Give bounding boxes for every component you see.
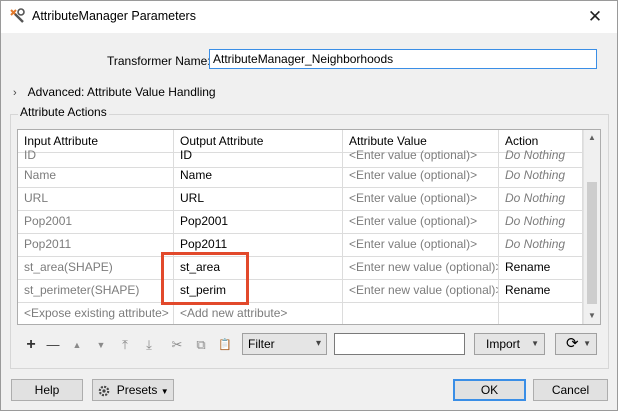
advanced-section-toggle[interactable]: › Advanced: Attribute Value Handling	[13, 85, 216, 99]
app-icon	[10, 8, 25, 23]
import-button[interactable]: Import ▼	[474, 333, 545, 355]
move-down-icon[interactable]: ▼	[91, 334, 111, 356]
attribute-actions-label: Attribute Actions	[18, 105, 109, 119]
scroll-up-icon[interactable]: ▲	[584, 130, 600, 146]
filter-mode-value: Filter	[248, 337, 275, 351]
cut-icon[interactable]: ✂	[167, 334, 187, 356]
attribute-value-cell[interactable]: <Enter value (optional)>	[343, 233, 499, 256]
output-attribute-cell[interactable]: Pop2001	[174, 210, 343, 233]
refresh-icon: ⟳	[566, 335, 579, 352]
table-row[interactable]: st_perimeter(SHAPE) st_perim <Enter new …	[18, 279, 583, 303]
expose-attribute-cell[interactable]: <Expose existing attribute>	[18, 302, 174, 324]
move-bottom-icon[interactable]: ⤓	[139, 334, 159, 356]
import-label: Import	[486, 337, 521, 351]
output-attribute-cell[interactable]: Name	[174, 164, 343, 187]
table-scrollbar[interactable]: ▲ ▼	[583, 130, 600, 324]
filter-input[interactable]	[334, 333, 465, 355]
attribute-value-cell[interactable]: <Enter value (optional)>	[343, 210, 499, 233]
action-cell[interactable]: Do Nothing	[499, 210, 583, 233]
attribute-value-cell[interactable]: <Enter new value (optional)>	[343, 256, 499, 279]
table-row[interactable]: <Expose existing attribute> <Add new att…	[18, 302, 583, 324]
move-top-icon[interactable]: ⤒	[115, 334, 135, 356]
table-row[interactable]: URL URL <Enter value (optional)> Do Noth…	[18, 187, 583, 211]
move-up-icon[interactable]: ▲	[67, 334, 87, 356]
transformer-name-label: Transformer Name:	[107, 54, 211, 68]
filter-mode-select[interactable]: Filter ▾	[242, 333, 327, 355]
dialog-window: AttributeManager Parameters ✕ Transforme…	[0, 0, 618, 411]
advanced-section-label: Advanced: Attribute Value Handling	[27, 85, 216, 99]
table-row[interactable]: Pop2011 Pop2011 <Enter value (optional)>…	[18, 233, 583, 257]
dropdown-arrow-icon: ▼	[583, 339, 591, 348]
table-row[interactable]: st_area(SHAPE) st_area <Enter new value …	[18, 256, 583, 280]
attribute-value-cell[interactable]: <Enter new value (optional)>	[343, 279, 499, 302]
add-icon[interactable]: +	[21, 334, 41, 356]
ok-button[interactable]: OK	[453, 379, 526, 401]
input-attribute-cell[interactable]: Pop2001	[18, 210, 174, 233]
presets-label: Presets	[116, 383, 158, 397]
help-button[interactable]: Help	[11, 379, 83, 401]
action-cell[interactable]	[499, 302, 583, 324]
action-cell[interactable]: Rename	[499, 256, 583, 279]
table-row[interactable]: Name Name <Enter value (optional)> Do No…	[18, 164, 583, 188]
action-cell[interactable]: Do Nothing	[499, 187, 583, 210]
input-attribute-cell[interactable]: st_area(SHAPE)	[18, 256, 174, 279]
add-attribute-cell[interactable]: <Add new attribute>	[174, 302, 343, 324]
attribute-value-cell[interactable]	[343, 302, 499, 324]
close-icon[interactable]: ✕	[573, 1, 617, 33]
scroll-down-icon[interactable]: ▼	[584, 308, 600, 324]
action-cell[interactable]: Do Nothing	[499, 233, 583, 256]
attribute-value-cell[interactable]: <Enter value (optional)>	[343, 187, 499, 210]
transformer-name-input[interactable]	[209, 49, 597, 69]
output-attribute-cell[interactable]: URL	[174, 187, 343, 210]
title-bar: AttributeManager Parameters ✕	[1, 1, 617, 33]
gear-icon	[99, 385, 110, 397]
input-attribute-cell[interactable]: URL	[18, 187, 174, 210]
dropdown-arrow-icon: ▼	[531, 339, 539, 348]
input-attribute-cell[interactable]: Pop2011	[18, 233, 174, 256]
paste-icon[interactable]: 📋	[215, 334, 235, 356]
input-attribute-cell[interactable]: Name	[18, 164, 174, 187]
input-attribute-cell[interactable]: st_perimeter(SHAPE)	[18, 279, 174, 302]
presets-button[interactable]: Presets ▼	[92, 379, 174, 401]
dropdown-arrow-icon: ▼	[160, 387, 169, 396]
action-cell[interactable]: Do Nothing	[499, 164, 583, 187]
scrollbar-thumb[interactable]	[587, 182, 597, 304]
remove-icon[interactable]: —	[43, 334, 63, 356]
attribute-table: Input Attribute Output Attribute Attribu…	[17, 129, 601, 325]
chevron-right-icon: ›	[13, 87, 17, 99]
action-cell[interactable]: Rename	[499, 279, 583, 302]
window-title: AttributeManager Parameters	[32, 9, 196, 23]
highlight-annotation	[161, 252, 249, 305]
chevron-down-icon: ▾	[315, 338, 321, 349]
attribute-value-cell[interactable]: <Enter value (optional)>	[343, 164, 499, 187]
cancel-button[interactable]: Cancel	[533, 379, 608, 401]
table-row[interactable]: Pop2001 Pop2001 <Enter value (optional)>…	[18, 210, 583, 234]
refresh-button[interactable]: ⟳ ▼	[555, 333, 597, 355]
copy-icon[interactable]: ⧉	[191, 334, 211, 356]
